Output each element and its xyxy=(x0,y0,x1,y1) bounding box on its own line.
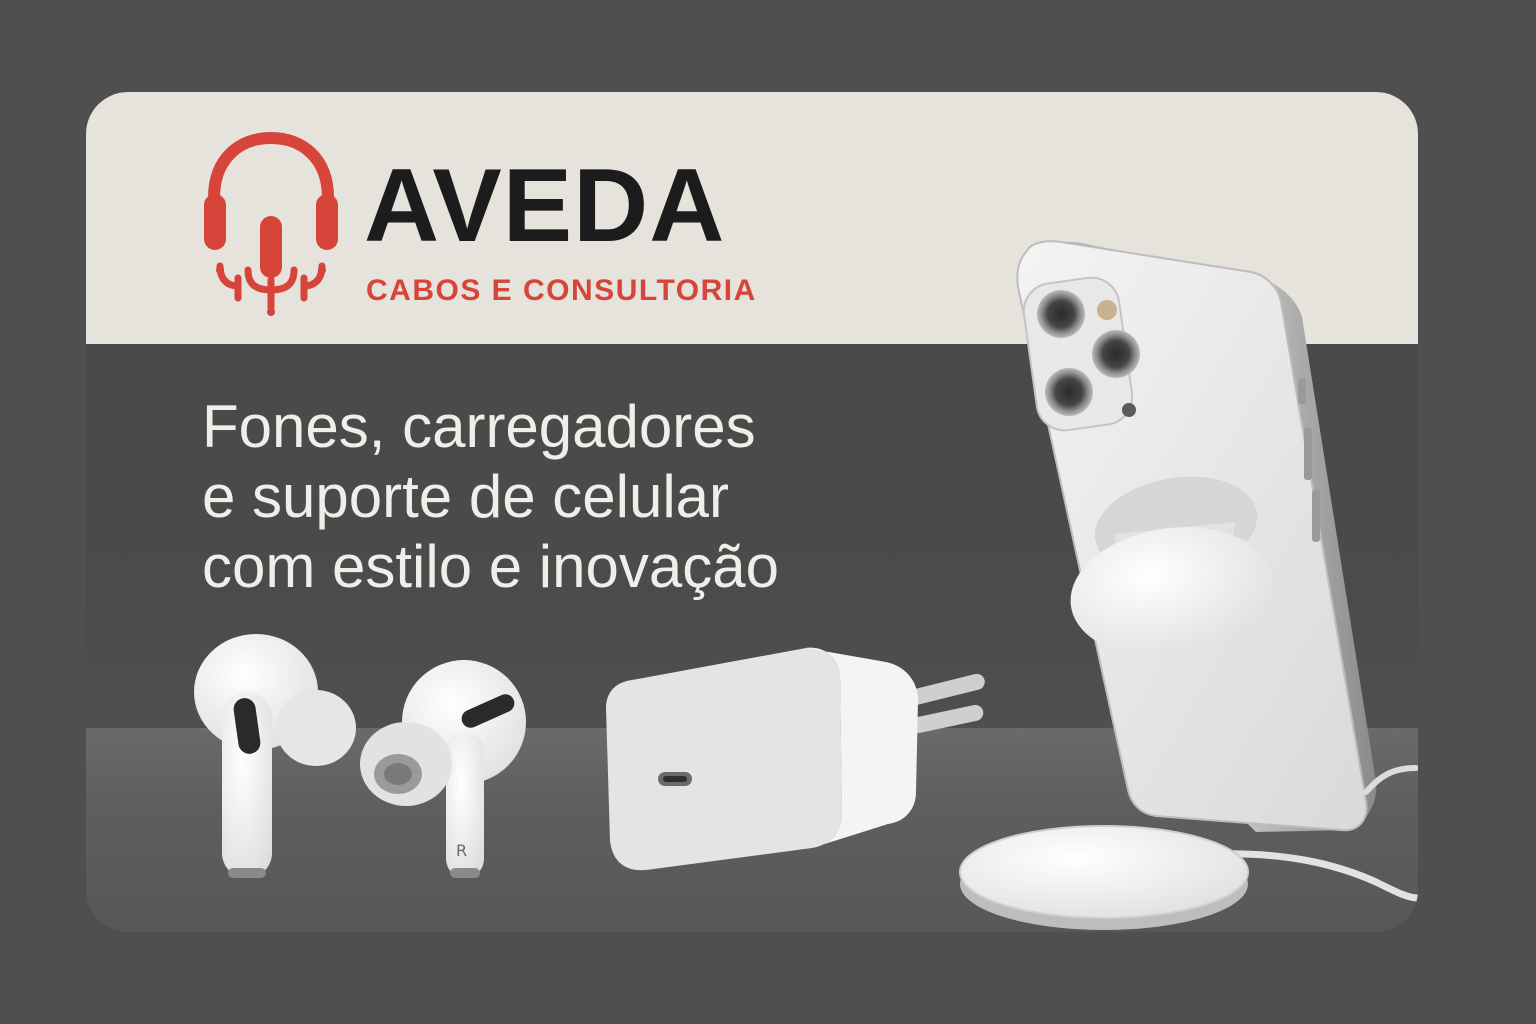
promo-card: AVEDA CABOS E CONSULTORIA Fones, carrega… xyxy=(86,92,1418,932)
product-illustration: R xyxy=(194,240,1418,930)
side-button xyxy=(1312,490,1320,542)
earbud-left xyxy=(194,634,356,878)
side-button xyxy=(1304,428,1312,480)
usb-c-charger xyxy=(606,647,985,871)
smartphone xyxy=(1016,240,1377,832)
side-button xyxy=(1298,378,1306,404)
earbud-right: R xyxy=(360,660,526,878)
earbud-mark: R xyxy=(456,841,467,860)
